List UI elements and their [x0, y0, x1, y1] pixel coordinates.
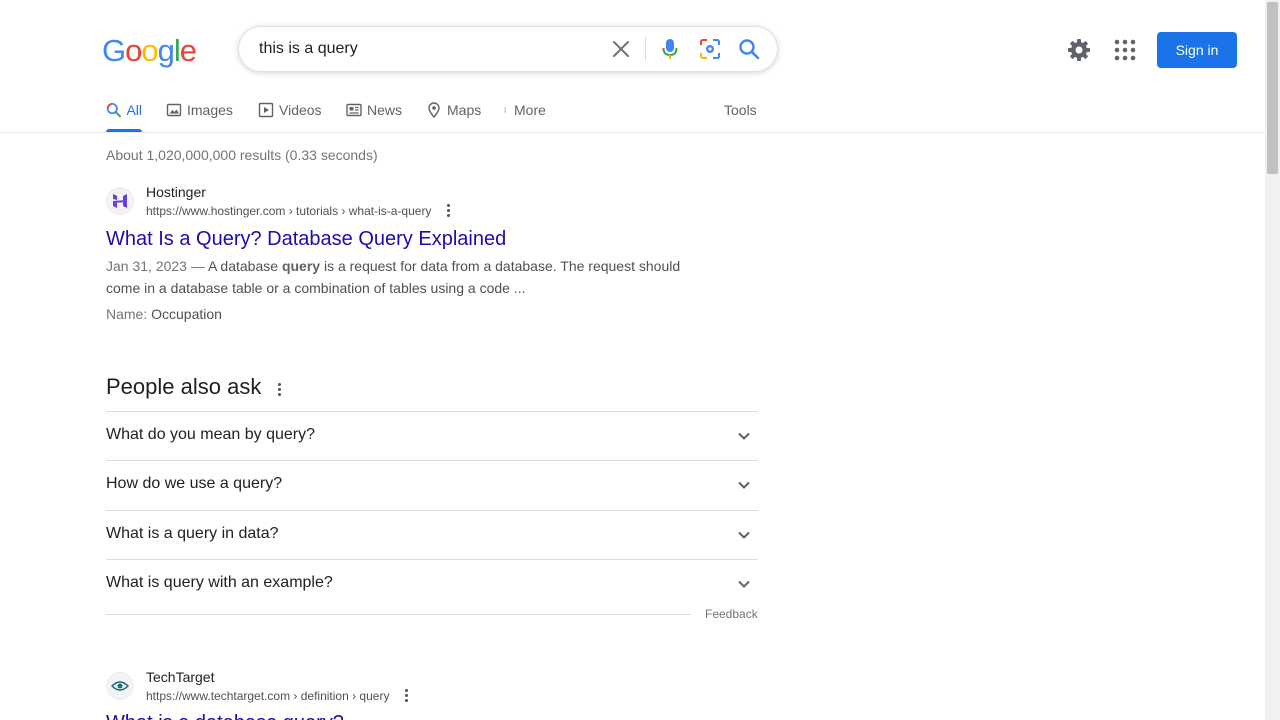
chevron-down-icon: [738, 531, 750, 539]
tab-maps[interactable]: Maps: [426, 96, 481, 132]
paa-question[interactable]: What do you mean by query?: [106, 411, 758, 460]
tools-button[interactable]: Tools: [724, 102, 757, 118]
header-divider: [0, 132, 1265, 133]
news-icon: [346, 103, 362, 117]
people-also-ask-list: What do you mean by query? How do we use…: [106, 411, 758, 608]
tab-label: More: [514, 102, 546, 118]
paa-question-text: What is a query in data?: [106, 525, 279, 542]
search-icon: [106, 103, 121, 118]
paa-question[interactable]: What is a query in data?: [106, 510, 758, 559]
eye-logo-icon: [111, 681, 129, 691]
result-more-options-icon[interactable]: [444, 203, 452, 219]
snippet-text: A database: [204, 258, 282, 274]
image-icon: [166, 103, 182, 117]
more-vert-icon: [504, 107, 506, 113]
search-input[interactable]: this is a query: [259, 40, 358, 58]
chevron-down-icon: [738, 481, 750, 489]
hostinger-logo-icon: [113, 194, 127, 208]
settings-gear-icon[interactable]: [1066, 37, 1092, 63]
meta-label: Name:: [106, 306, 148, 322]
techtarget-favicon[interactable]: [106, 672, 134, 700]
result-site-name[interactable]: TechTarget: [146, 669, 214, 685]
paa-question-text: What is query with an example?: [106, 574, 333, 591]
search-divider: [645, 37, 646, 61]
page-scrollbar[interactable]: [1265, 0, 1280, 720]
search-bar[interactable]: this is a query: [238, 26, 778, 72]
clear-icon[interactable]: [609, 37, 633, 61]
tab-label: Videos: [279, 102, 322, 118]
result-site-name[interactable]: Hostinger: [146, 184, 206, 200]
paa-question[interactable]: How do we use a query?: [106, 460, 758, 510]
tab-label: News: [367, 102, 403, 118]
google-logo[interactable]: Google: [102, 33, 197, 69]
sign-in-button[interactable]: Sign in: [1157, 32, 1237, 68]
result-date: Jan 31, 2023 —: [106, 258, 205, 274]
tab-images[interactable]: Images: [166, 96, 233, 132]
tab-label: All: [126, 102, 142, 118]
paa-question-text: What do you mean by query?: [106, 426, 316, 443]
result-more-options-icon[interactable]: [402, 688, 410, 704]
feedback-link[interactable]: Feedback: [705, 607, 758, 621]
search-icon[interactable]: [737, 37, 761, 61]
feedback-divider: [106, 614, 691, 615]
result-url[interactable]: https://www.hostinger.com › tutorials › …: [146, 204, 431, 218]
video-icon: [258, 102, 274, 118]
tab-news[interactable]: News: [346, 96, 402, 132]
chevron-down-icon: [738, 432, 750, 440]
snippet-highlight: query: [281, 258, 321, 274]
tab-all[interactable]: All: [106, 96, 142, 132]
paa-more-options-icon[interactable]: [275, 382, 283, 398]
result-url[interactable]: https://www.techtarget.com › definition …: [146, 689, 389, 703]
search-results-page: Google this is a query Sign in All Image…: [0, 0, 1265, 720]
chevron-down-icon: [738, 580, 750, 588]
camera-lens-icon[interactable]: [698, 37, 722, 61]
hostinger-favicon[interactable]: [106, 187, 134, 215]
map-pin-icon: [428, 102, 440, 118]
tab-videos[interactable]: Videos: [258, 96, 322, 132]
tab-label: Maps: [447, 102, 482, 118]
microphone-icon[interactable]: [658, 37, 682, 61]
paa-question-text: How do we use a query?: [106, 475, 283, 492]
tab-label: Images: [187, 102, 233, 118]
paa-question[interactable]: What is query with an example?: [106, 559, 758, 608]
result-title-link[interactable]: What is a database query?: [106, 712, 344, 720]
result-stats: About 1,020,000,000 results (0.33 second…: [106, 147, 378, 163]
scrollbar-thumb[interactable]: [1267, 2, 1278, 174]
result-title-link[interactable]: What Is a Query? Database Query Explaine…: [106, 228, 506, 251]
people-also-ask-heading: People also ask: [106, 374, 262, 399]
result-snippet: Jan 31, 2023 — A database query is a req…: [106, 255, 696, 299]
google-apps-icon[interactable]: [1112, 37, 1138, 63]
result-meta-row: Name: Occupation: [106, 306, 222, 322]
tab-more[interactable]: More: [504, 96, 546, 132]
meta-value: Occupation: [151, 306, 222, 322]
